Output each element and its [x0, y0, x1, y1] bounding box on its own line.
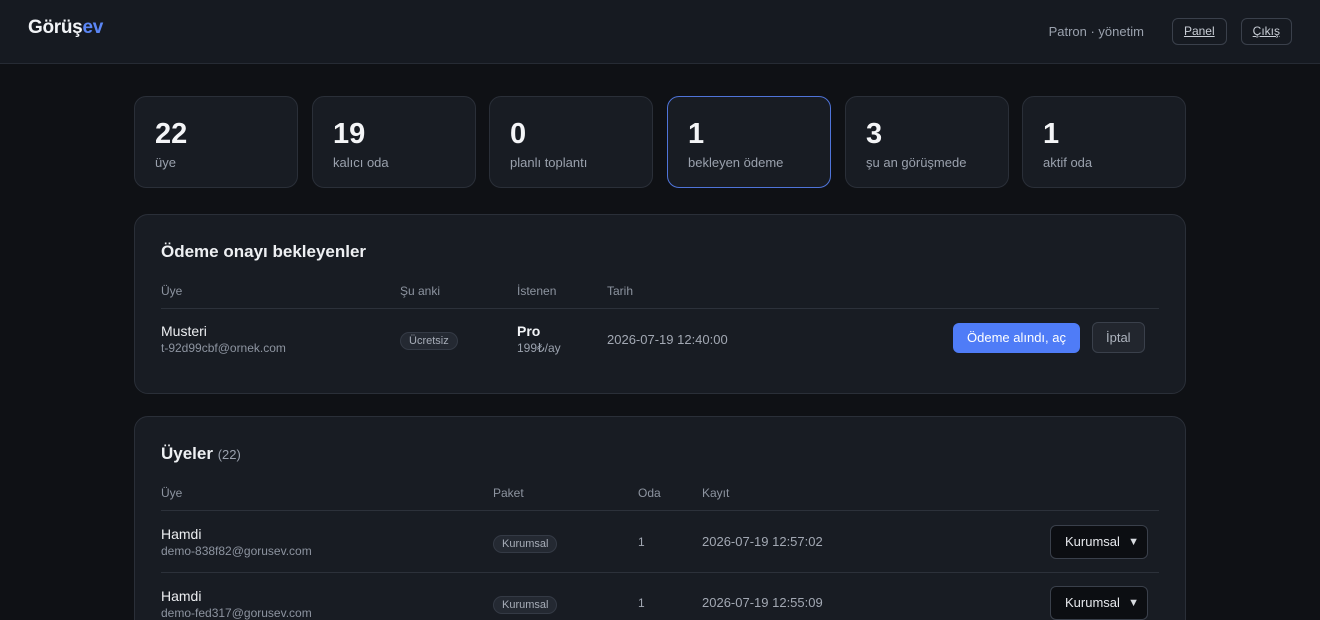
top-bar: Görüşev Patron · yönetim Panel Çıkış: [0, 0, 1320, 64]
stats-row: 22 üye 19 kalıcı oda 0 planlı toplantı 1…: [134, 96, 1186, 188]
plan-select[interactable]: Kurumsal ▼: [1050, 525, 1148, 559]
members-count: (22): [217, 447, 241, 462]
plan-badge: Kurumsal: [493, 596, 558, 614]
member-cell: Musteri t-92d99cbf@ornek.com: [161, 323, 286, 355]
stat-label: bekleyen ödeme: [688, 155, 784, 170]
stat-card-active-room: 1 aktif oda: [1022, 96, 1186, 188]
requested-plan-price: 199₺/ay: [517, 341, 561, 355]
stat-value: 3: [866, 118, 883, 150]
stat-label: şu an görüşmede: [866, 155, 967, 170]
stat-label: kalıcı oda: [333, 155, 389, 170]
chevron-down-icon: ▼: [1128, 597, 1139, 609]
column-header: Tarih: [607, 284, 634, 298]
approve-payment-button[interactable]: Ödeme alındı, aç: [953, 323, 1080, 353]
column-header: Üye: [161, 486, 183, 500]
stat-card-rooms: 19 kalıcı oda: [312, 96, 476, 188]
plan-badge: Kurumsal: [493, 535, 558, 553]
logo-main: Görüş: [28, 17, 83, 38]
member-name: Musteri: [161, 323, 207, 339]
column-header: Üye: [161, 284, 183, 298]
members-title-text: Üyeler: [161, 444, 213, 463]
plan-cell: Kurumsal: [493, 595, 558, 614]
stat-value: 22: [155, 118, 188, 150]
member-cell: Hamdi demo-838f82@gorusev.com: [161, 526, 312, 558]
logo-accent: ev: [82, 17, 103, 38]
column-header: Oda: [638, 486, 661, 500]
divider: [161, 572, 1159, 573]
registered-date: 2026-07-19 12:55:09: [702, 595, 823, 610]
pending-payments-card: Ödeme onayı bekleyenler Üye Şu anki İste…: [134, 214, 1186, 394]
stat-card-members: 22 üye: [134, 96, 298, 188]
stat-card-pending-payment[interactable]: 1 bekleyen ödeme: [667, 96, 831, 188]
pending-title: Ödeme onayı bekleyenler: [161, 242, 367, 261]
member-email: demo-838f82@gorusev.com: [161, 544, 312, 558]
plan-select-value: Kurumsal: [1065, 595, 1120, 610]
stat-value: 0: [510, 118, 527, 150]
logout-button[interactable]: Çıkış: [1240, 18, 1292, 45]
stat-value: 19: [333, 118, 366, 150]
stat-label: aktif oda: [1043, 155, 1093, 170]
plan-cell: Kurumsal: [493, 534, 558, 553]
registered-date: 2026-07-19 12:57:02: [702, 534, 823, 549]
stat-card-in-call: 3 şu an görüşmede: [845, 96, 1009, 188]
stat-label: planlı toplantı: [510, 155, 588, 170]
column-header: Şu anki: [400, 284, 441, 298]
members-card: Üyeler (22) Üye Paket Oda Kayıt Hamdi de…: [134, 416, 1186, 620]
current-plan-badge: Ücretsiz: [400, 332, 458, 350]
member-name: Hamdi: [161, 588, 202, 604]
divider: [161, 510, 1159, 511]
logo[interactable]: Görüşev: [28, 17, 103, 39]
plan-select-value: Kurumsal: [1065, 534, 1120, 549]
requested-plan-name: Pro: [517, 323, 541, 339]
requested-plan-cell: Pro 199₺/ay: [517, 323, 561, 355]
member-name: Hamdi: [161, 526, 202, 542]
column-header: Kayıt: [702, 486, 730, 500]
members-title: Üyeler (22): [161, 444, 241, 464]
room-count: 1: [638, 535, 645, 549]
plan-select[interactable]: Kurumsal ▼: [1050, 586, 1148, 620]
user-role: Patron · yönetim: [1048, 24, 1144, 39]
top-nav: Patron · yönetim Panel Çıkış: [1049, 18, 1292, 45]
stat-label: üye: [155, 155, 176, 170]
column-header: İstenen: [517, 284, 557, 298]
chevron-down-icon: ▼: [1128, 536, 1139, 548]
divider: [161, 308, 1159, 309]
member-cell: Hamdi demo-fed317@gorusev.com: [161, 588, 312, 620]
cancel-button[interactable]: İptal: [1092, 322, 1145, 353]
current-plan-cell: Ücretsiz: [400, 331, 458, 350]
stat-card-meetings: 0 planlı toplantı: [489, 96, 653, 188]
room-count: 1: [638, 596, 645, 610]
stat-value: 1: [688, 118, 705, 150]
member-email: demo-fed317@gorusev.com: [161, 606, 312, 620]
panel-button[interactable]: Panel: [1171, 18, 1227, 45]
column-header: Paket: [493, 486, 524, 500]
stat-value: 1: [1043, 118, 1060, 150]
request-date: 2026-07-19 12:40:00: [607, 332, 728, 347]
member-email: t-92d99cbf@ornek.com: [161, 341, 286, 355]
